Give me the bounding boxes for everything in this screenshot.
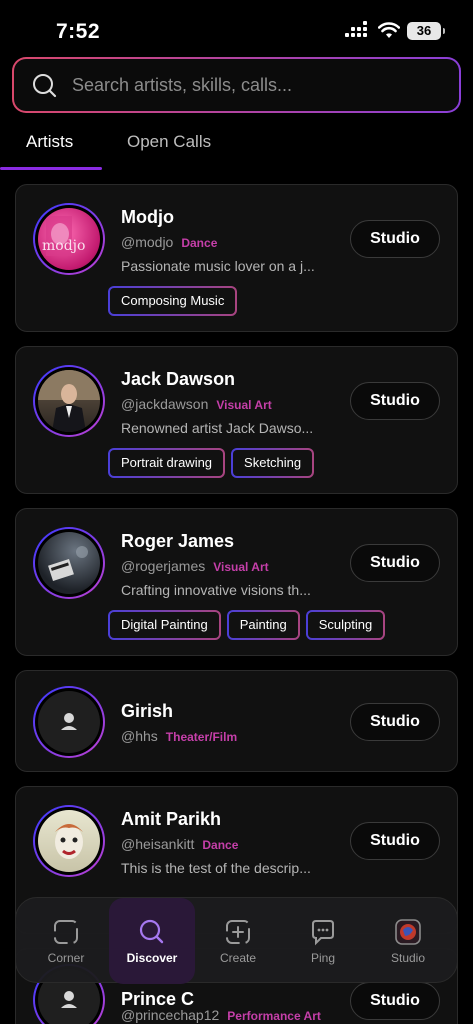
artist-name: Girish bbox=[121, 701, 174, 721]
handle-text: @princechap12 bbox=[121, 1007, 220, 1023]
artist-name: Modjo bbox=[121, 207, 174, 227]
avatar[interactable] bbox=[33, 686, 105, 758]
artist-card[interactable]: Roger James @rogerjames Visual Art Crafti… bbox=[15, 508, 458, 656]
skill-tags: Portrait drawing Sketching bbox=[108, 448, 320, 478]
artist-card[interactable]: modjo Modjo @modjo Dance Passionate music… bbox=[15, 184, 458, 332]
studio-button[interactable]: Studio bbox=[350, 544, 440, 582]
handle-text: @modjo bbox=[121, 234, 174, 250]
artist-description: This is the test of the descrip... bbox=[121, 860, 311, 876]
skill-tag[interactable]: Portrait drawing bbox=[108, 448, 225, 478]
artist-handle: @jackdawson Visual Art bbox=[121, 396, 272, 412]
avatar-image-modjo: modjo bbox=[42, 216, 85, 256]
category-badge: Dance bbox=[202, 838, 239, 852]
cellular-signal-icon bbox=[345, 21, 369, 39]
tab-open-calls[interactable]: Open Calls bbox=[127, 132, 211, 152]
avatar[interactable] bbox=[33, 365, 105, 437]
avatar[interactable]: modjo bbox=[33, 203, 105, 275]
skill-tags: Composing Music bbox=[108, 286, 243, 316]
battery-icon: 36 bbox=[407, 22, 445, 40]
skill-tag[interactable]: Sketching bbox=[231, 448, 314, 478]
nav-discover[interactable]: Discover bbox=[109, 898, 195, 984]
avatar-image-roger bbox=[48, 546, 88, 582]
skill-tags: Digital Painting Painting Sculpting bbox=[108, 610, 391, 640]
skill-tag[interactable]: Sculpting bbox=[306, 610, 385, 640]
nav-discover-label: Discover bbox=[126, 951, 178, 965]
handle-text: @jackdawson bbox=[121, 396, 209, 412]
artist-name: Roger James bbox=[121, 531, 235, 551]
artist-card[interactable]: Girish @hhs Theater/Film Studio bbox=[15, 670, 458, 772]
avatar[interactable] bbox=[33, 805, 105, 877]
studio-button[interactable]: Studio bbox=[350, 822, 440, 860]
avatar-image-jack bbox=[38, 370, 100, 432]
artist-handle: @heisankitt Dance bbox=[121, 836, 238, 852]
ping-icon bbox=[312, 920, 334, 946]
skill-tag[interactable]: Painting bbox=[227, 610, 300, 640]
wifi-icon bbox=[378, 22, 400, 38]
default-avatar-icon bbox=[61, 713, 77, 730]
category-badge: Visual Art bbox=[216, 398, 272, 412]
bottom-nav: Corner Discover Create Ping Studio bbox=[15, 897, 458, 984]
artist-name: Jack Dawson bbox=[121, 369, 236, 389]
studio-button[interactable]: Studio bbox=[350, 382, 440, 420]
studio-button[interactable]: Studio bbox=[350, 982, 440, 1020]
status-bar: 7:52 36 bbox=[0, 0, 473, 56]
artist-description: Renowned artist Jack Dawso... bbox=[121, 420, 314, 436]
nav-create-label: Create bbox=[219, 951, 257, 965]
corner-icon bbox=[54, 920, 78, 944]
artist-handle: @modjo Dance bbox=[121, 234, 217, 250]
artist-handle: @hhs Theater/Film bbox=[121, 728, 237, 744]
studio-button[interactable]: Studio bbox=[350, 703, 440, 741]
artist-handle: @rogerjames Visual Art bbox=[121, 558, 269, 574]
status-time: 7:52 bbox=[56, 20, 101, 43]
nav-ping[interactable]: Ping bbox=[280, 898, 366, 984]
search-icon bbox=[33, 74, 57, 98]
category-badge: Dance bbox=[181, 236, 218, 250]
studio-button[interactable]: Studio bbox=[350, 220, 440, 258]
nav-corner[interactable]: Corner bbox=[23, 898, 109, 984]
active-tab-indicator bbox=[0, 167, 102, 170]
discover-icon bbox=[139, 919, 164, 944]
tab-artists[interactable]: Artists bbox=[26, 132, 73, 152]
artist-card[interactable]: Jack Dawson @jackdawson Visual Art Renown… bbox=[15, 346, 458, 494]
nav-studio[interactable]: Studio bbox=[365, 898, 451, 984]
skill-tag[interactable]: Composing Music bbox=[108, 286, 237, 316]
svg-text:modjo: modjo bbox=[42, 238, 85, 254]
nav-corner-label: Corner bbox=[47, 951, 85, 965]
category-badge: Performance Art bbox=[227, 1009, 321, 1023]
nav-studio-label: Studio bbox=[390, 951, 426, 965]
artist-name: Amit Parikh bbox=[121, 809, 222, 829]
avatar[interactable] bbox=[33, 527, 105, 599]
artist-description: Crafting innovative visions th... bbox=[121, 582, 311, 598]
category-badge: Visual Art bbox=[213, 560, 269, 574]
artist-description: Passionate music lover on a j... bbox=[121, 258, 315, 274]
handle-text: @hhs bbox=[121, 728, 158, 744]
create-icon bbox=[226, 920, 250, 944]
search-input[interactable] bbox=[72, 59, 442, 111]
artist-handle: @princechap12 Performance Art bbox=[121, 1007, 321, 1023]
skill-tag[interactable]: Digital Painting bbox=[108, 610, 221, 640]
category-badge: Theater/Film bbox=[165, 730, 238, 744]
handle-text: @heisankitt bbox=[121, 836, 195, 852]
studio-avatar-icon bbox=[395, 919, 421, 945]
nav-ping-label: Ping bbox=[310, 951, 336, 965]
avatar-image-amit bbox=[55, 824, 83, 859]
handle-text: @rogerjames bbox=[121, 558, 206, 574]
tab-bar: Artists Open Calls bbox=[0, 124, 473, 172]
nav-create[interactable]: Create bbox=[195, 898, 281, 984]
search-bar[interactable] bbox=[12, 57, 461, 113]
